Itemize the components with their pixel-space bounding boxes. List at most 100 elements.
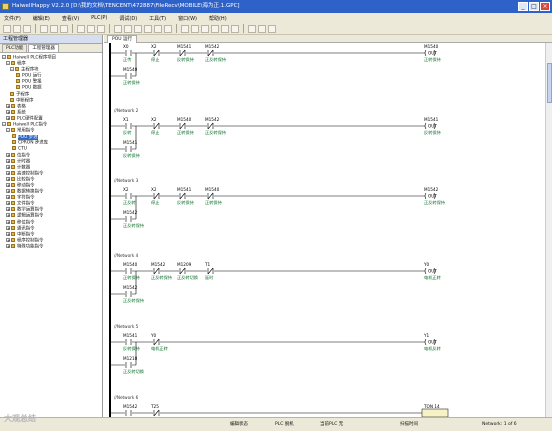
contact-address[interactable]: X2 <box>151 187 157 192</box>
contact-address[interactable]: M1540 <box>177 117 192 122</box>
expander-icon[interactable]: + <box>6 225 10 230</box>
menu-item-0[interactable]: 文件(F) <box>4 15 21 22</box>
cut-icon[interactable] <box>40 24 48 33</box>
help-icon[interactable] <box>268 24 276 33</box>
new-file-icon[interactable] <box>3 24 11 33</box>
contact-address[interactable]: M1542 <box>151 262 166 267</box>
contact-description[interactable]: 正反转 <box>123 199 136 206</box>
menu-item-2[interactable]: 查看(V) <box>62 15 79 22</box>
contact-description[interactable]: 正反转保持 <box>123 297 144 304</box>
contact-nc-icon[interactable] <box>124 24 132 33</box>
copy-icon[interactable] <box>50 24 58 33</box>
contact-address[interactable]: M1540 <box>123 262 138 267</box>
upload-icon[interactable] <box>201 24 209 33</box>
tab-pou-run[interactable]: POU 运行 <box>107 35 137 43</box>
contact-description[interactable]: 正反转切换 <box>177 274 199 281</box>
paste-icon[interactable] <box>60 24 68 33</box>
scrollbar-thumb[interactable] <box>547 63 552 103</box>
contact-description[interactable]: 正转保持 <box>123 274 140 281</box>
contact-address[interactable]: M1542 <box>123 210 138 215</box>
vertical-line-icon[interactable] <box>154 24 162 33</box>
vertical-scrollbar[interactable] <box>545 43 552 417</box>
close-button[interactable]: × <box>540 2 550 11</box>
contact-address[interactable]: M1542 <box>205 44 220 49</box>
expander-icon[interactable]: - <box>6 61 10 66</box>
stop-icon[interactable] <box>231 24 239 33</box>
compile-icon[interactable] <box>181 24 189 33</box>
contact-description[interactable]: 正反转保持 <box>123 222 144 229</box>
ladder-editor[interactable]: X0 正传 X2 停止 M1541 反转保持 M1542 正反转保持 M1540 OUT 正转保持 M… <box>104 43 545 417</box>
coil[interactable] <box>421 408 449 417</box>
tab-project-manager[interactable]: 工程管理器 <box>28 44 59 52</box>
contact-address[interactable]: X1 <box>123 117 129 122</box>
contact-address[interactable]: X2 <box>123 187 129 192</box>
expander-icon[interactable]: + <box>6 158 10 163</box>
contact-address[interactable]: X0 <box>123 44 129 49</box>
expander-icon[interactable]: - <box>2 55 6 60</box>
coil-icon[interactable] <box>134 24 142 33</box>
expander-icon[interactable]: + <box>6 170 10 175</box>
contact-address[interactable]: M1542 <box>205 117 220 122</box>
contact-address[interactable]: M1210 <box>123 356 138 361</box>
contact-description[interactable]: 停止 <box>151 56 159 63</box>
expander-icon[interactable]: + <box>6 195 10 200</box>
contact-address[interactable]: T25 <box>150 404 159 409</box>
expander-icon[interactable]: + <box>6 237 10 242</box>
contact-address[interactable]: M1540 <box>205 187 220 192</box>
contact-description[interactable]: 正转保持 <box>177 129 194 136</box>
contact-description[interactable]: 反转保持 <box>123 345 140 352</box>
contact-description[interactable]: 反转保持 <box>177 199 194 206</box>
contact-description[interactable]: 停止 <box>151 129 159 136</box>
expander-icon[interactable]: + <box>6 201 10 206</box>
contact-description[interactable]: 电机正转 <box>151 345 168 352</box>
maximize-button[interactable]: □ <box>529 2 539 11</box>
contact-address[interactable]: M1542 <box>123 285 138 290</box>
undo-icon[interactable] <box>77 24 85 33</box>
menu-item-6[interactable]: 窗口(W) <box>178 15 197 22</box>
contact-address[interactable]: M1209 <box>177 262 192 267</box>
contact-address[interactable]: T1 <box>204 262 211 267</box>
run-icon[interactable] <box>221 24 229 33</box>
menu-item-1[interactable]: 编辑(E) <box>33 15 50 22</box>
find-icon[interactable] <box>97 24 105 33</box>
contact-description[interactable]: 正传 <box>123 56 131 63</box>
contact-address[interactable]: M1541 <box>123 140 138 145</box>
contact-description[interactable]: 反转 <box>123 129 131 136</box>
contact-address[interactable]: M1541 <box>123 333 138 338</box>
contact-description[interactable]: 正反转保持 <box>205 129 226 136</box>
contact-description[interactable]: 停止 <box>151 199 159 206</box>
expander-icon[interactable]: - <box>10 67 14 72</box>
expander-icon[interactable]: + <box>6 152 10 157</box>
horizontal-line-icon[interactable] <box>164 24 172 33</box>
tab-plc-functions[interactable]: PLC功能 <box>2 44 28 52</box>
monitor-icon[interactable] <box>211 24 219 33</box>
expander-icon[interactable]: + <box>6 115 10 120</box>
expander-icon[interactable]: + <box>6 164 10 169</box>
contact-address[interactable]: X2 <box>151 117 157 122</box>
expander-icon[interactable]: - <box>2 122 6 127</box>
contact-description[interactable]: 反转保持 <box>123 152 140 159</box>
contact-address[interactable]: X2 <box>151 44 157 49</box>
contact-address[interactable]: M1542 <box>123 404 138 409</box>
minimize-button[interactable]: _ <box>518 2 528 11</box>
zoom-in-icon[interactable] <box>248 24 256 33</box>
expander-icon[interactable]: + <box>6 189 10 194</box>
contact-description[interactable]: 正反转保持 <box>151 274 172 281</box>
menu-item-4[interactable]: 调试(D) <box>119 15 137 22</box>
expander-icon[interactable]: + <box>6 182 10 187</box>
tree-item[interactable]: + 特殊功能指令 <box>0 243 102 250</box>
contact-description[interactable]: 正反转切换 <box>123 368 145 375</box>
expander-icon[interactable]: + <box>6 243 10 248</box>
contact-description[interactable]: 延时 <box>205 274 214 281</box>
expander-icon[interactable]: + <box>6 103 10 108</box>
expander-icon[interactable]: + <box>6 231 10 236</box>
contact-address[interactable]: M1540 <box>123 67 138 72</box>
contact-address[interactable]: Y0 <box>150 333 157 338</box>
menu-item-3[interactable]: PLC(P) <box>91 15 107 21</box>
expander-icon[interactable]: + <box>6 219 10 224</box>
menu-item-5[interactable]: 工具(T) <box>149 15 166 22</box>
open-file-icon[interactable] <box>13 24 21 33</box>
contact-description[interactable]: 反转保持 <box>177 56 194 63</box>
redo-icon[interactable] <box>87 24 95 33</box>
expander-icon[interactable]: + <box>6 213 10 218</box>
